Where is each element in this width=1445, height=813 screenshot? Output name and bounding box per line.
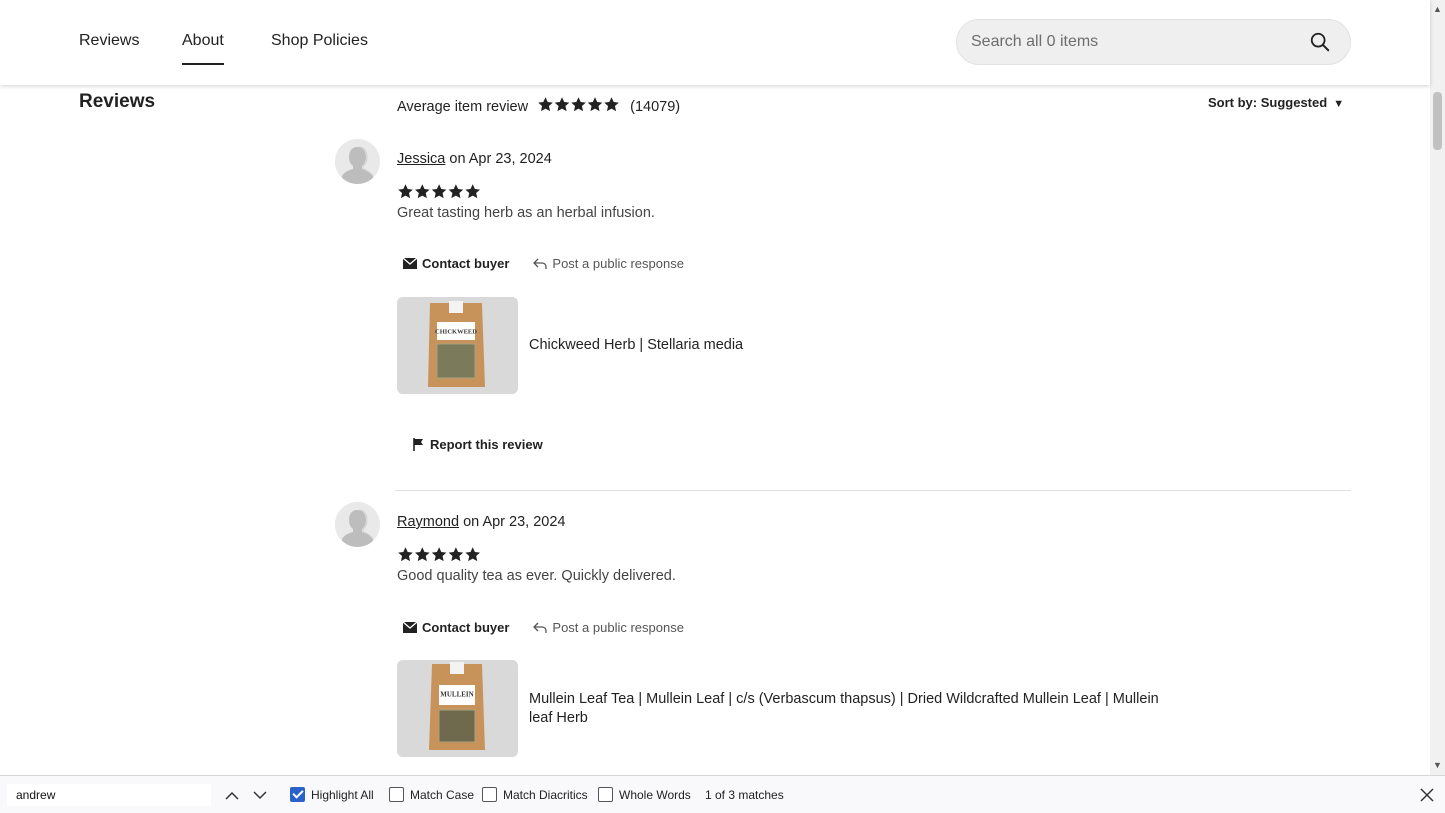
avatar[interactable] <box>335 502 380 547</box>
reviewer-line: Raymond on Apr 23, 2024 <box>397 514 566 530</box>
whole-words-checkbox[interactable]: Whole Words <box>598 787 691 802</box>
post-public-response-button[interactable]: Post a public response <box>533 620 684 635</box>
listing-thumbnail[interactable]: CHICKWEED <box>397 297 518 394</box>
contact-buyer-label: Contact buyer <box>422 256 510 271</box>
review-count: (14079) <box>630 98 681 115</box>
close-icon[interactable] <box>1418 786 1436 804</box>
sort-label: Sort by: Suggested <box>1208 95 1328 110</box>
find-previous-button[interactable] <box>222 785 242 805</box>
reviewer-name-link[interactable]: Jessica <box>397 151 445 167</box>
scroll-thumb[interactable] <box>1433 92 1442 150</box>
shop-search-input[interactable] <box>971 20 1291 64</box>
reviewer-name-link[interactable]: Raymond <box>397 514 459 530</box>
scroll-up-icon[interactable]: ▲ <box>1433 4 1442 14</box>
review-actions: Contact buyer Post a public response <box>397 620 684 635</box>
sort-dropdown[interactable]: Sort by: Suggested ▼ <box>1208 95 1344 110</box>
average-label: Average item review <box>397 98 529 115</box>
caret-down-icon: ▼ <box>1333 98 1345 110</box>
contact-buyer-label: Contact buyer <box>422 620 510 635</box>
match-diacritics-checkbox[interactable]: Match Diacritics <box>482 787 588 802</box>
reviewer-line: Jessica on Apr 23, 2024 <box>397 151 552 167</box>
find-bar: Highlight All Match Case Match Diacritic… <box>0 775 1445 813</box>
review-date: on Apr 23, 2024 <box>449 151 552 167</box>
review-stars <box>397 183 482 206</box>
tab-reviews[interactable]: Reviews <box>79 32 139 50</box>
page-title: Reviews <box>79 91 156 112</box>
flag-icon <box>413 438 423 451</box>
review-stars <box>397 546 482 569</box>
listing-link[interactable]: MULLEIN Mullein Leaf Tea | Mullein Leaf … <box>397 660 1169 757</box>
thumb-text: CHICKWEED <box>435 329 477 336</box>
post-public-response-button[interactable]: Post a public response <box>533 256 684 271</box>
highlight-all-label: Highlight All <box>311 787 374 802</box>
contact-buyer-button[interactable]: Contact buyer <box>403 620 509 635</box>
top-nav: Reviews About Shop Policies <box>0 0 1430 85</box>
review-text: Good quality tea as ever. Quickly delive… <box>397 568 676 584</box>
listing-thumbnail[interactable]: MULLEIN <box>397 660 518 757</box>
match-diacritics-label: Match Diacritics <box>503 787 588 802</box>
review-item: Jessica on Apr 23, 2024 Great tasting he… <box>335 139 1351 479</box>
find-next-button[interactable] <box>250 785 270 805</box>
listing-link[interactable]: CHICKWEED Chickweed Herb | Stellaria med… <box>397 297 1169 394</box>
match-case-label: Match Case <box>410 787 475 802</box>
highlight-all-checkbox[interactable]: Highlight All <box>290 787 374 802</box>
review-actions: Contact buyer Post a public response <box>397 256 684 271</box>
contact-buyer-button[interactable]: Contact buyer <box>403 256 509 271</box>
reply-icon <box>533 258 548 269</box>
checkbox-checked[interactable] <box>290 787 305 802</box>
avatar[interactable] <box>335 139 380 184</box>
find-input[interactable] <box>7 784 211 806</box>
match-count: 1 of 3 matches <box>705 788 784 802</box>
envelope-icon <box>403 258 417 269</box>
report-review-button[interactable]: Report this review <box>413 437 543 452</box>
match-case-checkbox[interactable]: Match Case <box>389 787 474 802</box>
post-public-response-label: Post a public response <box>552 620 684 635</box>
page-scrollbar[interactable]: ▲ ▼ <box>1430 0 1445 775</box>
listing-title[interactable]: Mullein Leaf Tea | Mullein Leaf | c/s (V… <box>529 690 1169 728</box>
whole-words-label: Whole Words <box>619 787 691 802</box>
chevron-down-icon <box>253 790 267 799</box>
scroll-down-icon[interactable]: ▼ <box>1433 760 1442 770</box>
checkbox-unchecked[interactable] <box>482 787 497 802</box>
tab-shop-policies[interactable]: Shop Policies <box>271 32 368 50</box>
review-text: Great tasting herb as an herbal infusion… <box>397 205 655 221</box>
search-icon[interactable] <box>1309 31 1331 53</box>
review-item: Raymond on Apr 23, 2024 Good quality tea… <box>335 502 1351 762</box>
average-rating: Average item review (14079) <box>397 96 680 117</box>
listing-title[interactable]: Chickweed Herb | Stellaria media <box>529 336 1169 355</box>
tab-about[interactable]: About <box>182 32 224 65</box>
report-review-label: Report this review <box>430 437 543 452</box>
post-public-response-label: Post a public response <box>552 256 684 271</box>
review-date: on Apr 23, 2024 <box>463 514 566 530</box>
chevron-up-icon <box>225 791 239 800</box>
thumb-text: MULLEIN <box>440 691 473 699</box>
checkbox-unchecked[interactable] <box>389 787 404 802</box>
reply-icon <box>533 622 548 633</box>
envelope-icon <box>403 622 417 633</box>
average-stars <box>537 96 621 117</box>
review-divider <box>395 490 1351 491</box>
shop-search <box>956 19 1351 65</box>
checkbox-unchecked[interactable] <box>598 787 613 802</box>
